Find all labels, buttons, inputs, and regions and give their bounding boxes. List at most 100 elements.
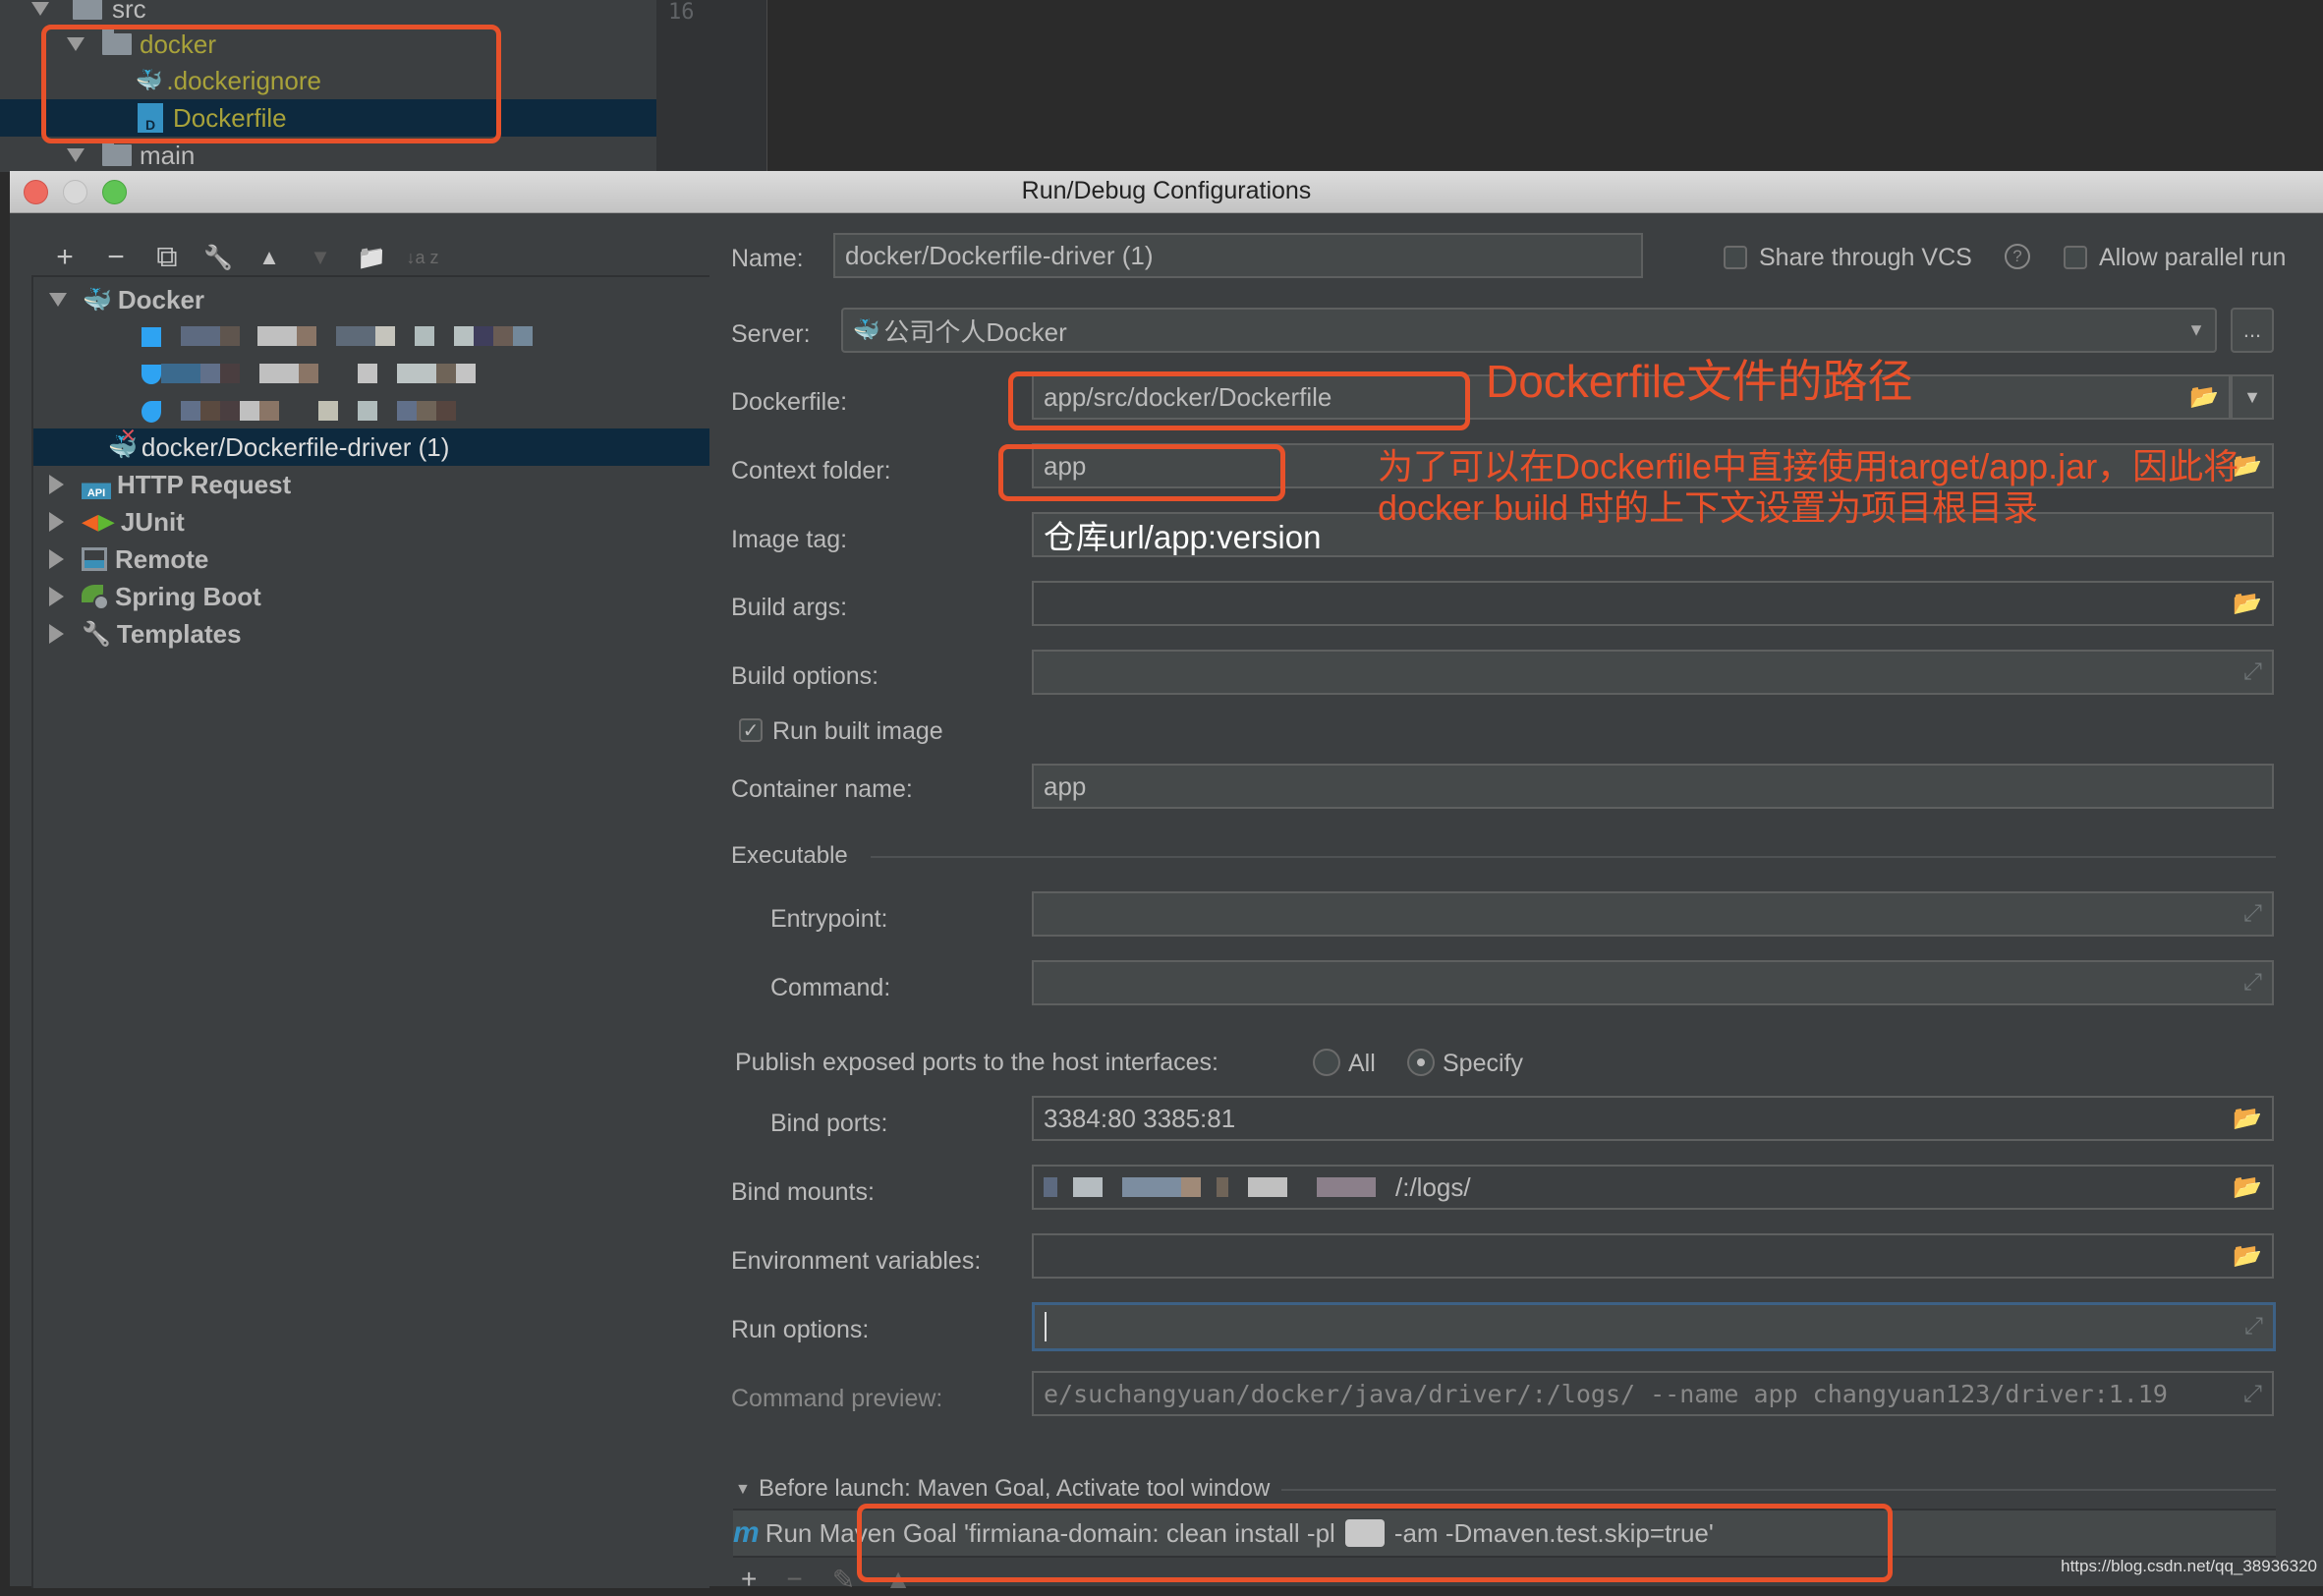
tree-node-dockerignore[interactable]: 🐳 .dockerignore — [136, 62, 321, 99]
publish-ports-label: Publish exposed ports to the host interf… — [735, 1049, 1218, 1076]
copy-config-icon[interactable]: ⧉ — [142, 238, 193, 277]
remove-config-icon[interactable]: − — [90, 238, 142, 277]
build-options-input[interactable]: ⤢ — [1032, 650, 2274, 695]
share-vcs-checkbox[interactable] — [1724, 246, 1747, 269]
annotation-dockerfile-note: Dockerfile文件的路径 — [1486, 356, 1913, 407]
docker-config-icon — [142, 365, 161, 384]
docker-icon: 🐳 — [83, 286, 112, 314]
collapse-section-icon[interactable]: ▼ — [735, 1481, 751, 1499]
section-divider — [1281, 1489, 2276, 1491]
dialog-title: Run/Debug Configurations — [1021, 177, 1312, 204]
name-input[interactable]: docker/Dockerfile-driver (1) — [833, 233, 1643, 278]
publish-all-radio[interactable] — [1313, 1049, 1340, 1076]
editor-area[interactable] — [767, 0, 2323, 172]
command-input[interactable]: ⤢ — [1032, 960, 2274, 1005]
folder-browse-icon[interactable]: 📂 — [2233, 1242, 2262, 1271]
folder-icon — [102, 29, 132, 55]
tree-node-label: docker — [140, 28, 217, 59]
tree-group-http-request[interactable]: API HTTP Request — [33, 466, 709, 503]
annotation-context-note: 为了可以在Dockerfile中直接使用target/app.jar，因此将 d… — [1378, 446, 2238, 529]
collapse-arrow-icon[interactable] — [49, 549, 64, 569]
expand-icon[interactable]: ⤢ — [2244, 1313, 2263, 1340]
wrench-icon[interactable]: 🔧 — [193, 238, 244, 277]
tree-group-docker[interactable]: 🐳 Docker — [33, 281, 709, 318]
chevron-down-icon: ▼ — [2187, 319, 2205, 340]
publish-specify-radio[interactable] — [1407, 1049, 1435, 1076]
container-name-value: app — [1044, 770, 1087, 801]
container-name-input[interactable]: app — [1032, 764, 2274, 809]
new-folder-icon[interactable]: 📁 — [346, 238, 397, 277]
publish-specify-label: Specify — [1443, 1050, 1523, 1077]
folder-browse-icon[interactable]: 📂 — [2233, 1173, 2262, 1202]
tree-node-label: main — [140, 140, 196, 170]
expand-arrow-icon[interactable] — [31, 2, 49, 16]
collapse-arrow-icon[interactable] — [49, 624, 64, 644]
sort-icon[interactable]: ↓a z — [397, 238, 448, 277]
tree-node-main[interactable]: main — [67, 137, 195, 174]
run-options-input[interactable]: ⤢ — [1032, 1302, 2276, 1351]
bind-mounts-input[interactable]: /:/logs/ 📂 — [1032, 1165, 2274, 1210]
section-divider — [871, 856, 2276, 858]
docker-icon: 🐳 — [853, 317, 880, 342]
tree-item-label: docker/Dockerfile-driver (1) — [141, 431, 450, 462]
expand-arrow-icon[interactable] — [49, 293, 67, 307]
expand-arrow-icon[interactable] — [67, 37, 85, 51]
entrypoint-label: Entrypoint: — [770, 905, 888, 933]
move-up-icon[interactable]: ▲ — [244, 238, 295, 277]
expand-icon[interactable]: ⤢ — [2243, 1380, 2262, 1407]
annotation-line: docker build 时的上下文设置为项目根目录 — [1378, 487, 2039, 528]
tree-node-docker[interactable]: docker — [67, 26, 216, 63]
tree-group-templates[interactable]: 🔧 Templates — [33, 615, 709, 653]
run-debug-dialog: Run/Debug Configurations + − ⧉ 🔧 ▲ ▼ 📁 ↓… — [10, 171, 2323, 1595]
remove-task-icon[interactable]: − — [786, 1564, 802, 1596]
expand-icon[interactable]: ⤢ — [2243, 900, 2262, 928]
bind-mounts-value: /:/logs/ — [1395, 1171, 1471, 1202]
env-vars-input[interactable]: 📂 — [1032, 1233, 2274, 1279]
entrypoint-input[interactable]: ⤢ — [1032, 891, 2274, 937]
context-folder-label: Context folder: — [731, 457, 891, 484]
redacted-path — [1044, 1177, 1395, 1197]
folder-browse-icon[interactable]: 📂 — [2189, 383, 2219, 412]
remote-icon — [82, 547, 107, 571]
edit-task-icon[interactable]: ✎ — [832, 1564, 855, 1596]
move-down-icon[interactable]: ▼ — [295, 238, 346, 277]
before-launch-task-row[interactable]: m Run Maven Goal 'firmiana-domain: clean… — [733, 1509, 2276, 1558]
expand-icon[interactable]: ⤢ — [2243, 658, 2262, 686]
tree-item-selected-config[interactable]: 🐳 ✕ docker/Dockerfile-driver (1) — [33, 425, 709, 466]
tree-group-spring-boot[interactable]: Spring Boot — [33, 578, 709, 615]
expand-arrow-icon[interactable] — [67, 148, 85, 162]
folder-browse-icon[interactable]: 📂 — [2233, 590, 2262, 618]
collapse-arrow-icon[interactable] — [49, 512, 64, 532]
bind-ports-value: 3384:80 3385:81 — [1044, 1103, 1236, 1133]
collapse-arrow-icon[interactable] — [49, 587, 64, 606]
tree-group-junit[interactable]: ◀▶ JUnit — [33, 503, 709, 541]
dockerfile-icon: D — [138, 103, 163, 133]
bind-ports-input[interactable]: 3384:80 3385:81 📂 — [1032, 1096, 2274, 1141]
collapse-arrow-icon[interactable] — [49, 475, 64, 494]
move-task-up-icon[interactable]: ▲ — [884, 1564, 912, 1596]
build-args-input[interactable]: 📂 — [1032, 581, 2274, 626]
server-more-button[interactable]: ... — [2231, 308, 2274, 353]
tree-item-redacted[interactable] — [33, 318, 709, 356]
allow-parallel-checkbox[interactable] — [2064, 246, 2087, 269]
folder-browse-icon[interactable]: 📂 — [2233, 1105, 2262, 1133]
tree-node-dockerfile[interactable]: D Dockerfile — [0, 99, 656, 137]
dockerfile-dropdown-icon[interactable]: ▼ — [2231, 374, 2274, 420]
container-name-label: Container name: — [731, 775, 913, 803]
executable-section-title: Executable — [731, 842, 848, 869]
expand-icon[interactable]: ⤢ — [2243, 969, 2262, 997]
add-task-icon[interactable]: + — [741, 1564, 757, 1596]
tree-item-redacted[interactable] — [33, 356, 709, 393]
add-config-icon[interactable]: + — [39, 238, 90, 277]
docker-config-error-icon: 🐳 ✕ — [108, 425, 138, 461]
tree-node-src[interactable]: src — [31, 0, 146, 28]
tree-group-label: HTTP Request — [117, 469, 292, 499]
junit-icon: ◀▶ — [82, 509, 115, 534]
command-preview-field[interactable]: e/suchangyuan/docker/java/driver/:/logs/… — [1032, 1371, 2274, 1416]
docker-config-icon — [142, 327, 161, 347]
tree-group-remote[interactable]: Remote — [33, 541, 709, 578]
run-built-image-checkbox[interactable]: ✓ — [739, 718, 763, 742]
help-icon[interactable]: ? — [2005, 244, 2030, 269]
image-tag-label: Image tag: — [731, 526, 848, 553]
spring-boot-icon — [82, 583, 109, 610]
